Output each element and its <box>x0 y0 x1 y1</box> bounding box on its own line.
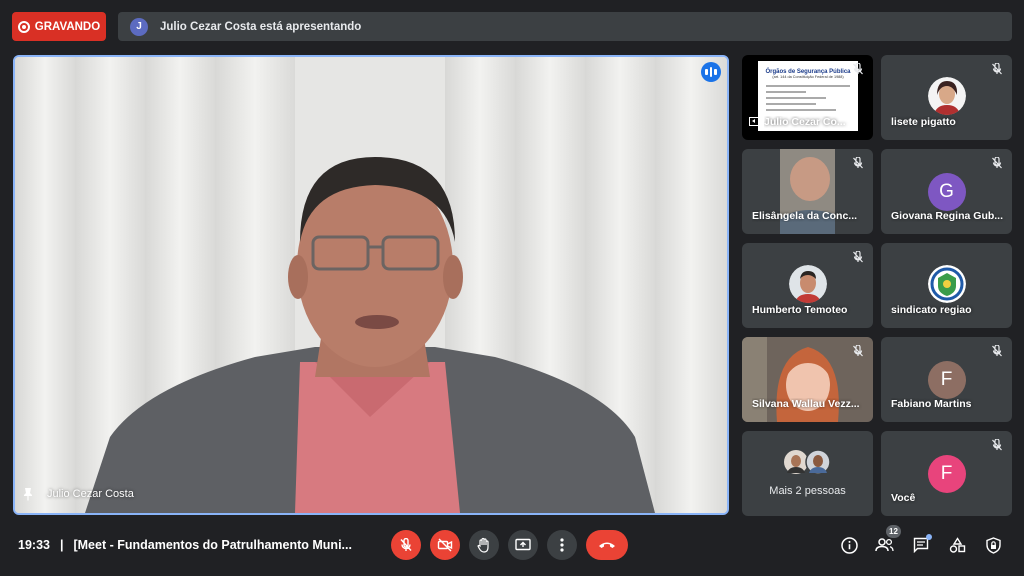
speaking-indicator-icon <box>701 62 721 82</box>
main-participant-label: Julio Cezar Costa <box>23 487 134 501</box>
host-controls-icon <box>985 536 1001 554</box>
more-options-button[interactable] <box>547 530 577 560</box>
main-participant-name: Julio Cezar Costa <box>47 488 134 500</box>
chat-unread-dot <box>926 534 932 540</box>
avatar: F <box>927 361 966 399</box>
main-video-feed[interactable]: Julio Cezar Costa <box>13 55 729 515</box>
more-people-label: Mais 2 pessoas <box>769 485 846 497</box>
tile-fabiano-martins[interactable]: F Fabiano Martins <box>881 337 1012 422</box>
tile-more-people[interactable]: Mais 2 pessoas <box>742 431 873 516</box>
mic-toggle-button[interactable] <box>391 530 421 560</box>
tile-name: Você <box>891 492 916 504</box>
presenting-text: Julio Cezar Costa está apresentando <box>160 20 362 33</box>
activities-button[interactable] <box>947 535 967 555</box>
camera-toggle-button[interactable] <box>430 530 460 560</box>
host-controls-button[interactable] <box>983 535 1003 555</box>
camera-off-icon <box>437 538 453 552</box>
leave-call-button[interactable] <box>586 530 628 560</box>
avatar <box>788 265 827 303</box>
tile-sindicato-regiao[interactable]: sindicato regiao <box>881 243 1012 328</box>
present-screen-icon <box>749 117 761 126</box>
meeting-title: [Meet - Fundamentos do Patrulhamento Mun… <box>73 538 352 552</box>
present-screen-icon <box>515 538 531 551</box>
tile-lisete-pigatto[interactable]: lisete pigatto <box>881 55 1012 140</box>
tile-giovana[interactable]: G Giovana Regina Gub... <box>881 149 1012 234</box>
mic-off-icon <box>992 439 1002 451</box>
avatar: G <box>927 173 966 211</box>
mic-off-icon <box>853 345 863 357</box>
presenting-banner: J Julio Cezar Costa está apresentando <box>118 12 1012 41</box>
avatar <box>927 77 966 115</box>
tile-name: Giovana Regina Gub... <box>891 210 1004 222</box>
participants-button[interactable] <box>874 535 894 555</box>
raise-hand-button[interactable] <box>469 530 499 560</box>
participants-count-badge: 12 <box>886 525 901 538</box>
activities-icon <box>949 536 965 553</box>
clock-time: 19:33 <box>18 538 50 552</box>
separator: | <box>59 538 64 552</box>
avatar: F <box>927 455 966 493</box>
grouped-avatars <box>784 449 831 475</box>
mic-off-icon <box>992 157 1002 169</box>
present-now-button[interactable] <box>508 530 538 560</box>
mic-off-icon <box>853 63 863 75</box>
tile-self[interactable]: F Você <box>881 431 1012 516</box>
recording-label: GRAVANDO <box>34 20 101 33</box>
mic-off-icon <box>992 63 1002 75</box>
more-vert-icon <box>560 538 564 552</box>
meeting-details-button[interactable] <box>839 535 859 555</box>
recording-badge: GRAVANDO <box>12 12 106 41</box>
tile-name: Elisângela da Conc... <box>752 210 858 222</box>
people-icon <box>874 538 894 552</box>
tile-silvana[interactable]: Silvana Wallau Vezz... <box>742 337 873 422</box>
tile-name: Julio Cezar Co... <box>764 116 846 128</box>
call-end-icon <box>599 542 615 548</box>
tile-name: lisete pigatto <box>891 116 956 128</box>
mic-off-icon <box>853 251 863 263</box>
info-icon <box>840 536 858 554</box>
raise-hand-icon <box>477 537 489 553</box>
meeting-info: 19:33 | [Meet - Fundamentos do Patrulham… <box>18 538 352 552</box>
mic-off-icon <box>400 538 412 551</box>
slide-subtitle: (art. 144 da Constituição Federal de 198… <box>772 75 844 79</box>
mic-off-icon <box>853 157 863 169</box>
avatar <box>927 265 966 303</box>
tile-presentation[interactable]: Órgãos de Segurança Pública (art. 144 da… <box>742 55 873 140</box>
tile-name: Fabiano Martins <box>891 398 972 410</box>
tile-name: Silvana Wallau Vezz... <box>752 398 860 410</box>
mic-off-icon <box>992 345 1002 357</box>
presenter-avatar: J <box>130 17 148 36</box>
tile-humberto[interactable]: Humberto Temoteo <box>742 243 873 328</box>
record-icon <box>17 20 30 33</box>
speaker-video-image <box>15 57 727 513</box>
tile-name: sindicato regiao <box>891 304 972 316</box>
pin-icon[interactable] <box>23 487 33 501</box>
tile-elisangela[interactable]: Elisângela da Conc... <box>742 149 873 234</box>
tile-name: Humberto Temoteo <box>752 304 848 316</box>
